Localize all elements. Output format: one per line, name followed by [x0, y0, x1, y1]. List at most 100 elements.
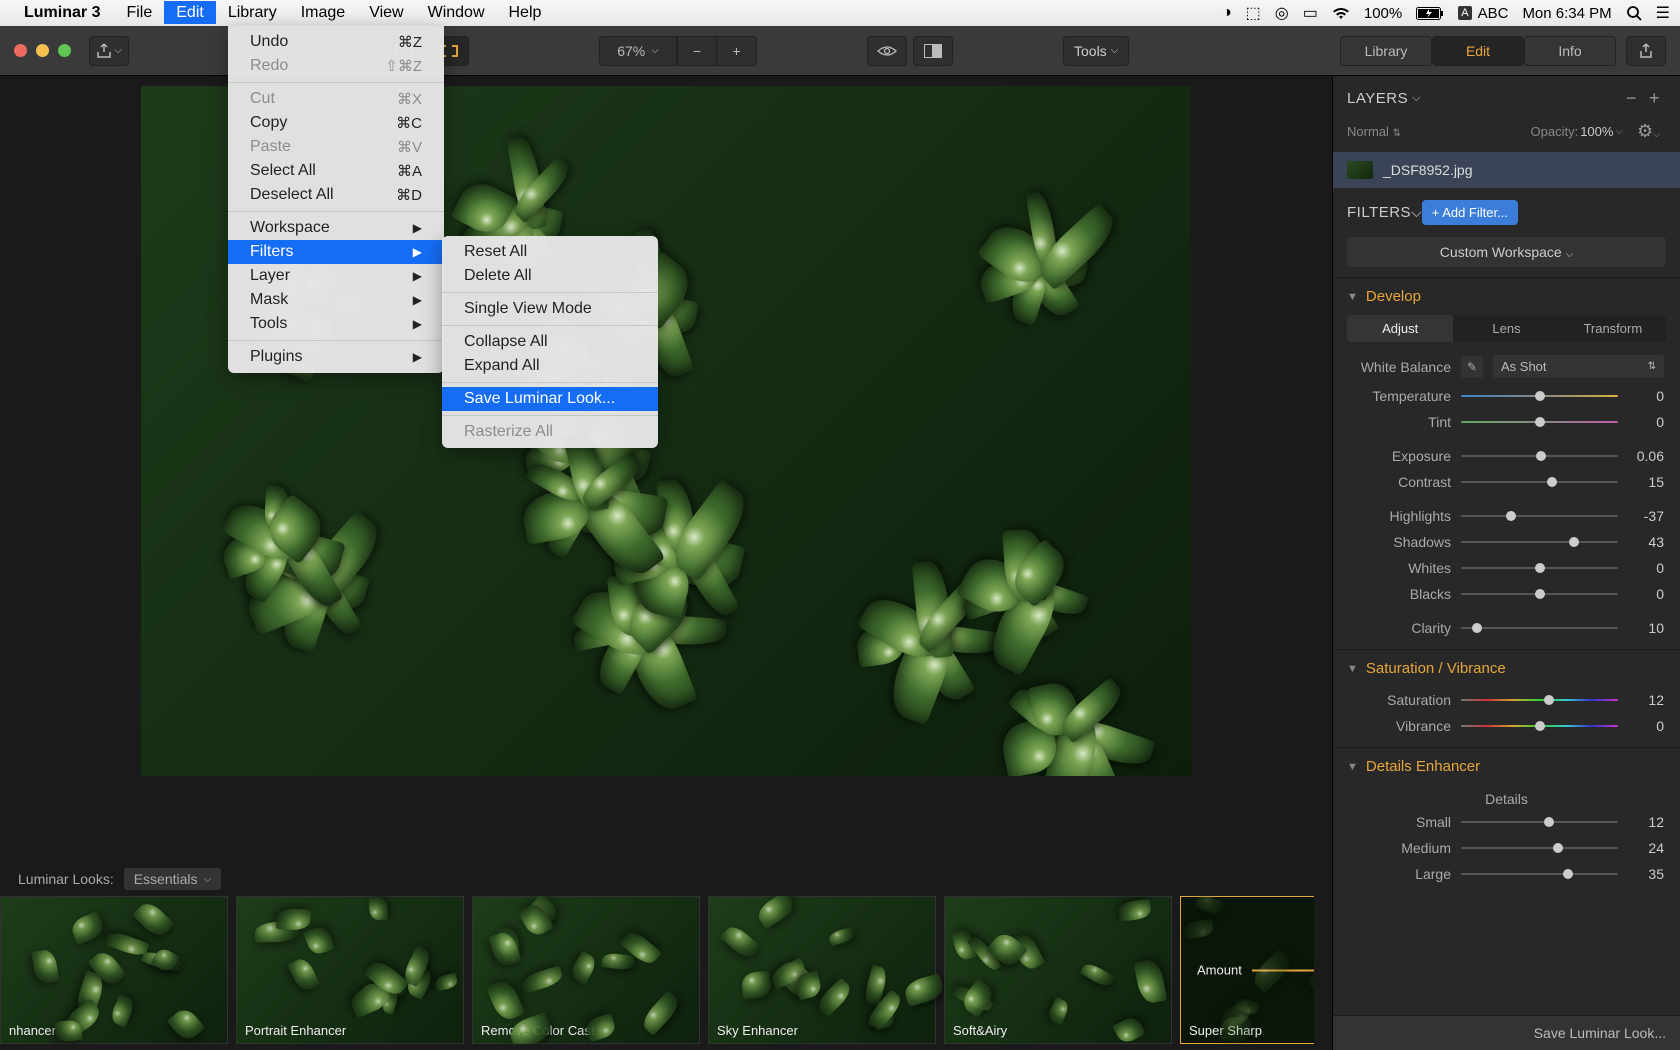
menu-item-deselect-all[interactable]: Deselect All⌘D	[228, 183, 444, 207]
menu-image[interactable]: Image	[289, 1, 357, 24]
menu-item-filters[interactable]: Filters▶	[228, 240, 444, 264]
share-button[interactable]	[1626, 36, 1666, 66]
submenu-item-expand-all[interactable]: Expand All	[442, 354, 658, 378]
light-value: 0	[1628, 560, 1664, 576]
dropbox-icon[interactable]: ⬚	[1246, 3, 1261, 23]
opacity-value[interactable]: 100%	[1580, 124, 1613, 139]
detail-slider[interactable]	[1461, 841, 1618, 855]
menu-item-mask[interactable]: Mask▶	[228, 288, 444, 312]
light-slider[interactable]	[1461, 587, 1618, 601]
exposure-slider[interactable]	[1461, 449, 1618, 463]
details-header[interactable]: ▼Details Enhancer	[1333, 748, 1680, 785]
cc-icon[interactable]: ◎	[1275, 3, 1289, 23]
gear-icon[interactable]: ⚙⌵	[1631, 121, 1666, 142]
opacity-label: Opacity:	[1531, 124, 1579, 139]
mode-tab-edit[interactable]: Edit	[1432, 36, 1524, 66]
close-icon[interactable]	[14, 44, 27, 57]
zoom-level[interactable]: 67%⌵	[599, 36, 677, 66]
white-balance-label: White Balance	[1349, 359, 1451, 375]
white-balance-dropdown[interactable]: As Shot⇅	[1493, 355, 1664, 378]
menu-item-workspace[interactable]: Workspace▶	[228, 216, 444, 240]
menu-window[interactable]: Window	[416, 1, 497, 24]
menu-item-select-all[interactable]: Select All⌘A	[228, 159, 444, 183]
sat-slider[interactable]	[1461, 693, 1618, 707]
light-slider[interactable]	[1461, 561, 1618, 575]
input-badge[interactable]: A	[1458, 6, 1471, 20]
menu-item-plugins[interactable]: Plugins▶	[228, 345, 444, 369]
menu-item-undo[interactable]: Undo⌘Z	[228, 30, 444, 54]
menu-help[interactable]: Help	[497, 1, 554, 24]
zoom-in-button[interactable]: +	[717, 36, 757, 66]
submenu-item-single-view-mode[interactable]: Single View Mode	[442, 297, 658, 321]
save-look-button[interactable]: Save Luminar Look...	[1333, 1015, 1680, 1050]
light-slider[interactable]	[1461, 535, 1618, 549]
zoom-out-button[interactable]: −	[677, 36, 717, 66]
export-button[interactable]: ⌵	[89, 36, 129, 66]
sat-value: 12	[1628, 692, 1664, 708]
menu-item-redo: Redo⇧⌘Z	[228, 54, 444, 78]
minus-icon[interactable]: −	[1620, 88, 1643, 109]
plus-icon[interactable]: +	[1643, 88, 1666, 109]
spotlight-icon[interactable]	[1626, 5, 1642, 21]
menubar-clock[interactable]: Mon 6:34 PM	[1522, 5, 1611, 22]
tools-dropdown[interactable]: Tools⌵	[1063, 36, 1129, 66]
look-preset[interactable]: Super Sharp★Amount100	[1180, 896, 1314, 1044]
layer-name: _DSF8952.jpg	[1383, 162, 1473, 178]
viewport[interactable]	[0, 76, 1332, 860]
add-filter-button[interactable]: + Add Filter...	[1422, 200, 1518, 225]
eyedropper-icon[interactable]: ✎	[1461, 356, 1483, 378]
compare-button[interactable]	[913, 36, 953, 66]
preview-button[interactable]	[867, 36, 907, 66]
exposure-slider[interactable]	[1461, 475, 1618, 489]
submenu-item-delete-all[interactable]: Delete All	[442, 264, 658, 288]
light-label: Blacks	[1349, 586, 1451, 602]
sat-label: Saturation	[1349, 692, 1451, 708]
detail-value: 12	[1628, 814, 1664, 830]
develop-header[interactable]: ▼Develop	[1333, 278, 1680, 315]
layers-header[interactable]: LAYERS⌵ − +	[1333, 76, 1680, 121]
app-name[interactable]: Luminar 3	[24, 4, 100, 22]
submenu-item-save-luminar-look-[interactable]: Save Luminar Look...	[442, 387, 658, 411]
menu-item-copy[interactable]: Copy⌘C	[228, 111, 444, 135]
develop-tab-adjust[interactable]: Adjust	[1347, 315, 1453, 342]
menu-file[interactable]: File	[114, 1, 164, 24]
wb-slider[interactable]	[1461, 415, 1618, 429]
wb-value: 0	[1628, 388, 1664, 404]
blend-mode-dropdown[interactable]: Normal ⇅	[1347, 124, 1401, 139]
mode-tab-info[interactable]: Info	[1524, 36, 1616, 66]
look-preset[interactable]: Sky Enhancer	[708, 896, 936, 1044]
airplay-icon[interactable]: ▭	[1303, 3, 1318, 23]
filters-header[interactable]: FILTERS	[1347, 204, 1411, 221]
menu-library[interactable]: Library	[216, 1, 289, 24]
menu-icon[interactable]: ☰	[1656, 3, 1670, 23]
look-preset[interactable]: nhancer	[0, 896, 228, 1044]
menu-item-tools[interactable]: Tools▶	[228, 312, 444, 336]
minimize-icon[interactable]	[36, 44, 49, 57]
sat-slider[interactable]	[1461, 719, 1618, 733]
wb-slider[interactable]	[1461, 389, 1618, 403]
detail-slider[interactable]	[1461, 867, 1618, 881]
develop-tab-lens[interactable]: Lens	[1453, 315, 1559, 342]
look-preset[interactable]: Remove Color Cast	[472, 896, 700, 1044]
detail-slider[interactable]	[1461, 815, 1618, 829]
submenu-item-reset-all[interactable]: Reset All	[442, 240, 658, 264]
light-label: Shadows	[1349, 534, 1451, 550]
battery-icon[interactable]	[1416, 7, 1444, 20]
develop-tab-transform[interactable]: Transform	[1560, 315, 1666, 342]
look-preset[interactable]: Portrait Enhancer	[236, 896, 464, 1044]
zoom-icon[interactable]	[58, 44, 71, 57]
menu-edit[interactable]: Edit	[164, 1, 216, 24]
light-slider[interactable]	[1461, 509, 1618, 523]
looks-category-dropdown[interactable]: Essentials⌵	[124, 868, 221, 890]
menu-view[interactable]: View	[357, 1, 415, 24]
layer-row[interactable]: _DSF8952.jpg	[1333, 152, 1680, 188]
saturation-header[interactable]: ▼Saturation / Vibrance	[1333, 650, 1680, 687]
clarity-slider[interactable]	[1461, 621, 1618, 635]
wifi-icon[interactable]	[1332, 7, 1350, 20]
menu-item-layer[interactable]: Layer▶	[228, 264, 444, 288]
dnd-icon[interactable]: ◑	[1222, 4, 1232, 22]
look-preset[interactable]: Soft&Airy	[944, 896, 1172, 1044]
workspace-dropdown[interactable]: Custom Workspace ⌵	[1347, 237, 1666, 267]
mode-tab-library[interactable]: Library	[1340, 36, 1432, 66]
submenu-item-collapse-all[interactable]: Collapse All	[442, 330, 658, 354]
